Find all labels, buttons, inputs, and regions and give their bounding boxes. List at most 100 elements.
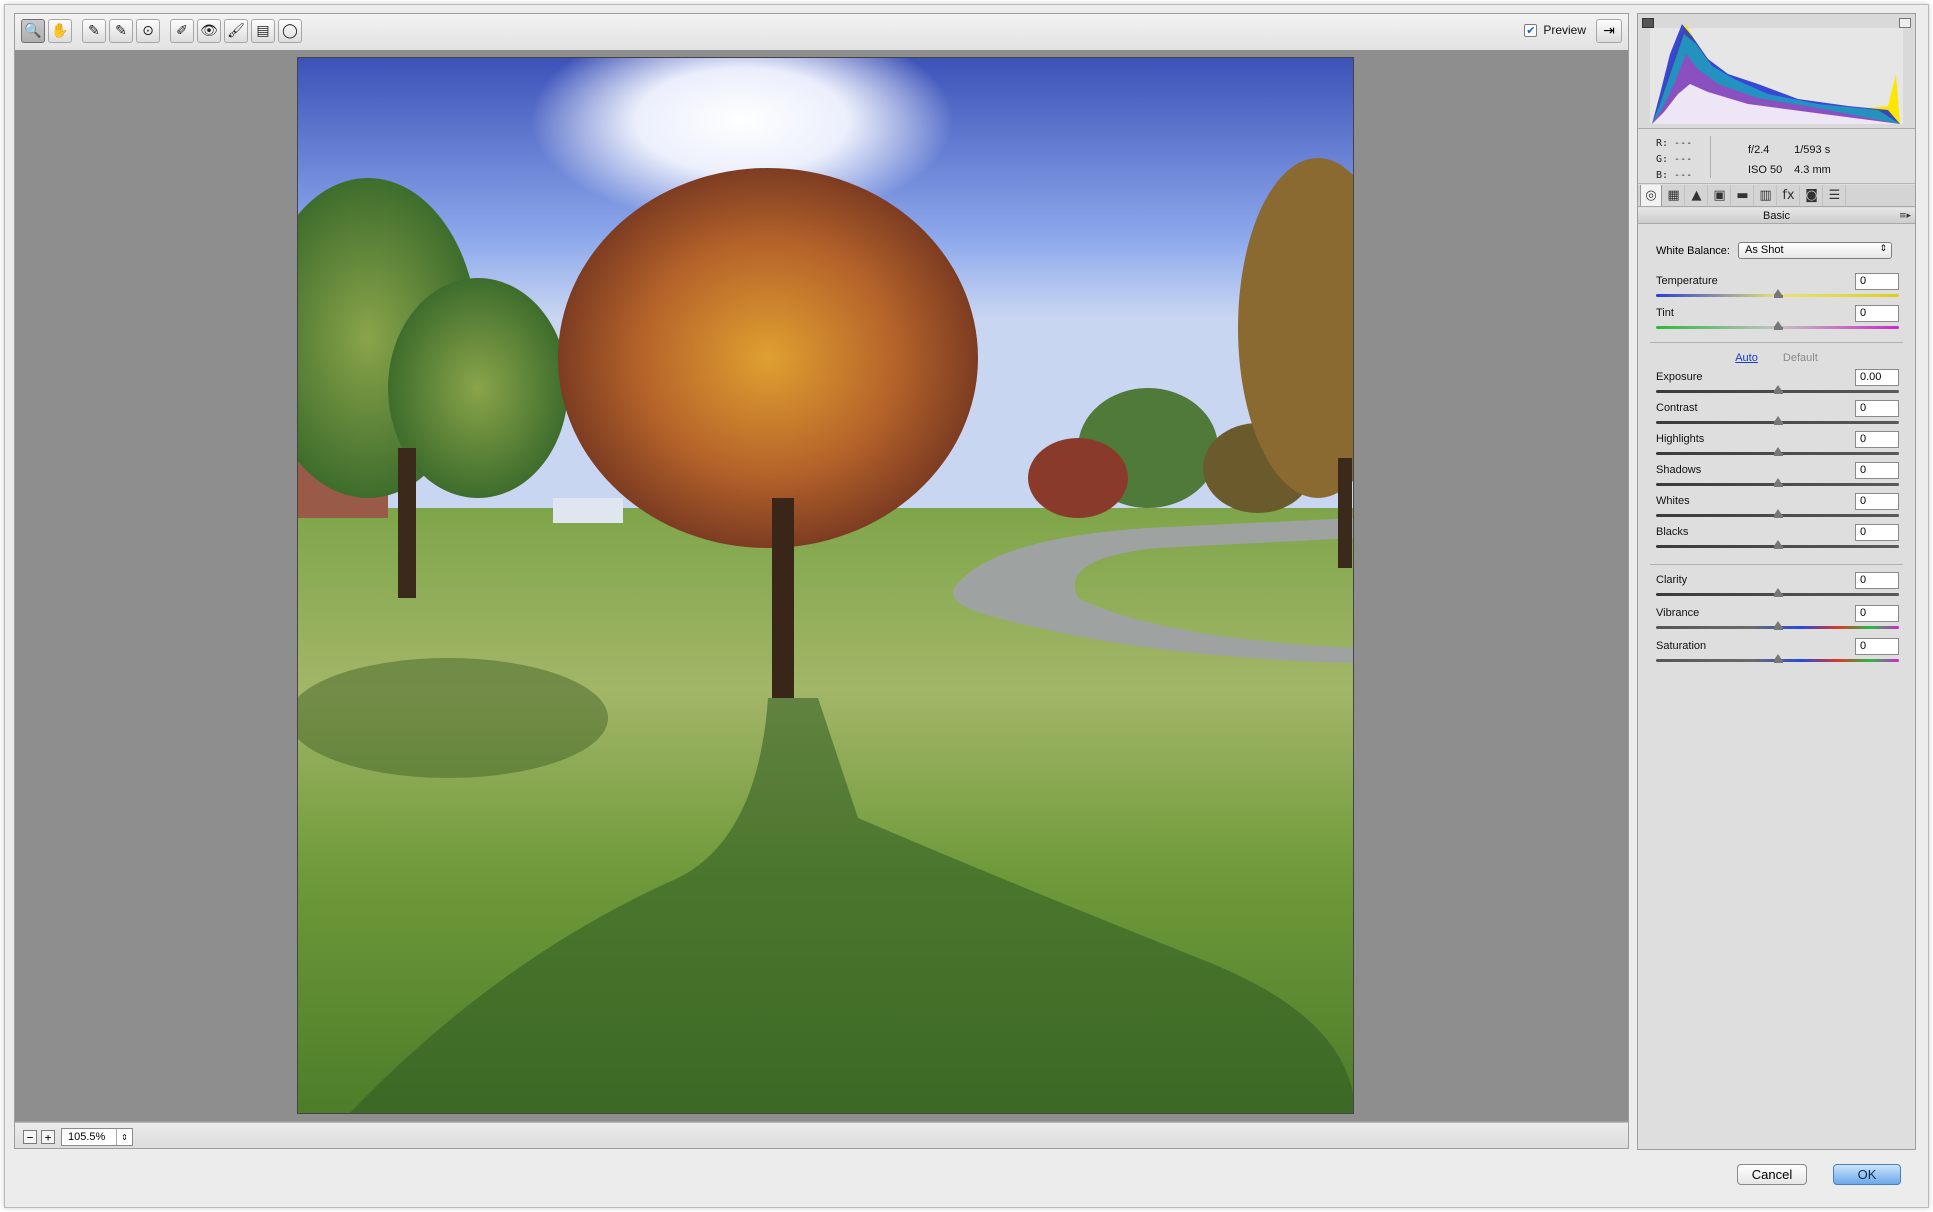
brush-icon: 🖌 [227, 23, 245, 39]
auto-default-row: Auto Default [1638, 352, 1915, 364]
slider-thumb[interactable] [1773, 385, 1783, 394]
slider-label: Temperature [1656, 275, 1718, 287]
tab-lens-corrections[interactable]: ▥ [1755, 185, 1777, 206]
slider-thumb[interactable] [1773, 621, 1783, 630]
hand-tool-button[interactable]: ✋ [48, 19, 72, 43]
camera-icon: ◙ [1805, 188, 1818, 203]
preview-checkbox[interactable]: ✔ [1524, 23, 1538, 37]
readout-divider [1710, 136, 1711, 178]
tab-basic[interactable]: ◎ [1640, 185, 1662, 206]
ok-button[interactable]: OK [1833, 1164, 1901, 1185]
zoom-in-button[interactable]: + [41, 1130, 55, 1144]
green-readout: G: --- [1656, 154, 1693, 165]
slider-tint: Tint 0 [1656, 305, 1899, 335]
zoom-level-value: 105.5% [68, 1131, 106, 1143]
tool-group: 🔍 ✋ ✎ ✎ ⊙ ✐ 👁 🖌 ▤ ◯ [21, 19, 302, 43]
presets-icon: ☰ [1828, 188, 1841, 203]
slider-highlights: Highlights 0 [1656, 431, 1899, 461]
slider-value-field[interactable]: 0 [1855, 638, 1899, 655]
panel-header: Basic ≡▸ [1638, 208, 1915, 224]
slider-thumb[interactable] [1773, 509, 1783, 518]
preview-label: Preview [1543, 23, 1586, 37]
slider-vibrance: Vibrance 0 [1656, 605, 1899, 635]
adjustments-panel: R: --- G: --- B: --- f/2.4 1/593 s ISO 5… [1637, 13, 1916, 1150]
lens-icon: ▥ [1759, 188, 1772, 203]
targeted-adjustment-tool-button[interactable]: ⊙ [136, 19, 160, 43]
aperture-icon: ◎ [1645, 188, 1657, 203]
white-balance-value: As Shot [1744, 244, 1784, 256]
slider-label: Whites [1656, 495, 1690, 507]
slider-thumb[interactable] [1773, 478, 1783, 487]
white-balance-row: White Balance: As Shot ⇕ [1656, 242, 1892, 259]
graduated-filter-tool-button[interactable]: ▤ [251, 19, 275, 43]
exif-info: f/2.4 1/593 s ISO 50 4.3 mm [1748, 140, 1834, 180]
tab-tone-curve[interactable]: ▦ [1663, 185, 1685, 206]
targeted-adjustment-icon: ⊙ [142, 23, 154, 39]
fullscreen-button[interactable]: ⇥ [1596, 19, 1622, 43]
tab-effects[interactable]: fx [1778, 185, 1800, 206]
white-balance-tool-button[interactable]: ✎ [82, 19, 106, 43]
cancel-button[interactable]: Cancel [1737, 1164, 1807, 1185]
panel-title: Basic [1763, 210, 1790, 222]
tab-detail[interactable]: ▲ [1686, 185, 1708, 206]
tab-presets[interactable]: ☰ [1824, 185, 1846, 206]
panel-menu-icon[interactable]: ≡▸ [1899, 208, 1911, 224]
slider-thumb[interactable] [1773, 289, 1783, 298]
slider-thumb[interactable] [1773, 447, 1783, 456]
slider-value-field[interactable]: 0 [1855, 493, 1899, 510]
photo-preview[interactable] [297, 57, 1354, 1114]
divider [1650, 342, 1903, 343]
histogram-graph [1650, 24, 1903, 124]
auto-link[interactable]: Auto [1735, 352, 1758, 364]
slider-thumb[interactable] [1773, 654, 1783, 663]
park-photo [298, 58, 1353, 1113]
slider-label: Shadows [1656, 464, 1702, 476]
zoom-icon: 🔍 [24, 23, 42, 39]
slider-temperature: Temperature 0 [1656, 273, 1899, 303]
color-sampler-tool-button[interactable]: ✎ [109, 19, 133, 43]
spot-removal-tool-button[interactable]: ✐ [170, 19, 194, 43]
red-readout: R: --- [1656, 138, 1693, 149]
slider-value-field[interactable]: 0.00 [1855, 369, 1899, 386]
fullscreen-icon: ⇥ [1603, 23, 1615, 39]
aperture-value: f/2.4 [1748, 144, 1770, 156]
slider-saturation: Saturation 0 [1656, 638, 1899, 668]
slider-value-field[interactable]: 0 [1855, 431, 1899, 448]
blue-readout: B: --- [1656, 170, 1693, 181]
slider-value-field[interactable]: 0 [1855, 273, 1899, 290]
preview-toggle[interactable]: ✔ Preview [1524, 23, 1586, 37]
zoom-tool-button[interactable]: 🔍 [21, 19, 45, 43]
default-link[interactable]: Default [1783, 352, 1818, 364]
zoom-out-button[interactable]: − [23, 1130, 37, 1144]
slider-value-field[interactable]: 0 [1855, 572, 1899, 589]
slider-value-field[interactable]: 0 [1855, 605, 1899, 622]
slider-thumb[interactable] [1773, 540, 1783, 549]
highlight-clipping-warning-icon[interactable] [1899, 18, 1911, 28]
tab-hsl[interactable]: ▣ [1709, 185, 1731, 206]
hsl-icon: ▣ [1713, 188, 1726, 203]
image-canvas[interactable] [14, 50, 1629, 1122]
slider-clarity: Clarity 0 [1656, 572, 1899, 602]
slider-thumb[interactable] [1773, 321, 1783, 330]
slider-thumb[interactable] [1773, 416, 1783, 425]
slider-label: Contrast [1656, 402, 1698, 414]
tab-split-toning[interactable]: ▬ [1732, 185, 1754, 206]
adjustment-brush-tool-button[interactable]: 🖌 [224, 19, 248, 43]
slider-value-field[interactable]: 0 [1855, 305, 1899, 322]
shadow-clipping-warning-icon[interactable] [1642, 18, 1654, 28]
slider-thumb[interactable] [1773, 588, 1783, 597]
eyedropper-icon: ✎ [88, 23, 100, 39]
slider-value-field[interactable]: 0 [1855, 524, 1899, 541]
zoom-level-select[interactable]: 105.5% ⇕ [61, 1128, 133, 1146]
slider-shadows: Shadows 0 [1656, 462, 1899, 492]
red-eye-tool-button[interactable]: 👁 [197, 19, 221, 43]
slider-value-field[interactable]: 0 [1855, 462, 1899, 479]
white-balance-select[interactable]: As Shot ⇕ [1737, 242, 1892, 259]
radial-filter-tool-button[interactable]: ◯ [278, 19, 302, 43]
slider-value-field[interactable]: 0 [1855, 400, 1899, 417]
minus-icon: − [26, 1130, 34, 1144]
tool-separator [163, 19, 167, 43]
plus-icon: + [44, 1130, 52, 1144]
slider-blacks: Blacks 0 [1656, 524, 1899, 554]
tab-camera-calibration[interactable]: ◙ [1801, 185, 1823, 206]
